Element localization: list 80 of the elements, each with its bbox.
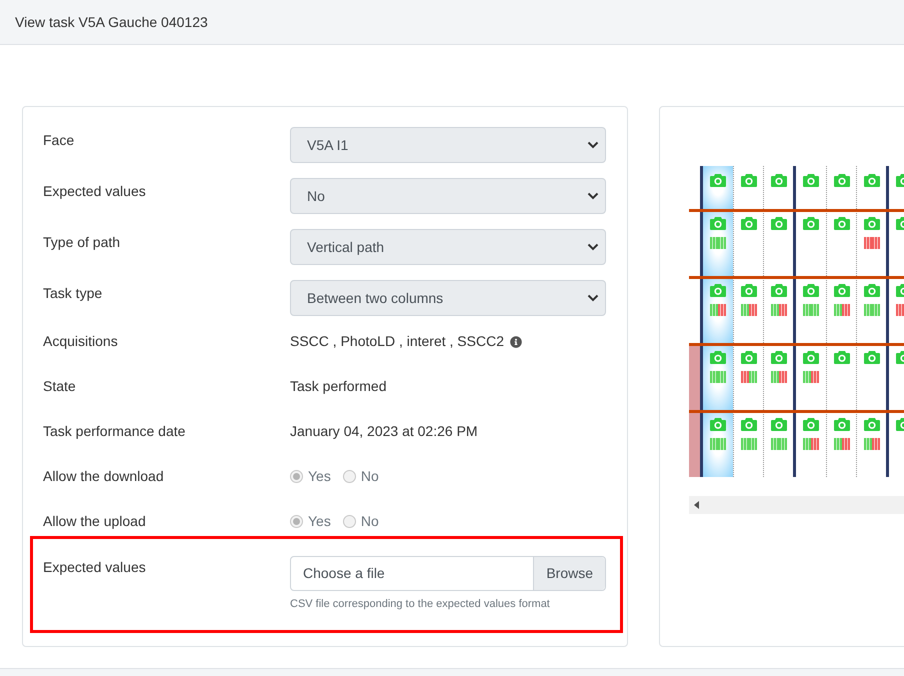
camera-icon	[770, 417, 786, 431]
camera-icon	[740, 417, 756, 431]
chevron-down-icon	[587, 294, 599, 302]
barcode-icon	[710, 237, 726, 249]
barcode-icon	[864, 304, 880, 316]
camera-icon	[864, 283, 880, 297]
page-title: View task V5A Gauche 040123	[15, 12, 208, 32]
barcode-icon	[770, 438, 786, 450]
camera-icon	[710, 173, 726, 187]
field-value: Task performed	[290, 377, 386, 396]
field-label: Expected values	[43, 558, 147, 577]
field-label: State	[43, 377, 77, 396]
barcode-icon	[864, 438, 880, 450]
camera-icon	[710, 283, 726, 297]
barcode-icon	[710, 438, 726, 450]
rack-cell[interactable]	[703, 166, 733, 209]
field-value: January 04, 2023 at 02:26 PM	[290, 422, 478, 441]
camera-icon	[864, 350, 880, 364]
rack-cell[interactable]	[703, 343, 733, 410]
left-arrow-icon[interactable]	[694, 501, 699, 509]
camera-icon	[834, 283, 850, 297]
camera-icon	[740, 216, 756, 230]
camera-icon	[710, 417, 726, 431]
barcode-icon	[834, 438, 850, 450]
camera-icon	[770, 216, 786, 230]
rack-cell[interactable]	[703, 276, 733, 343]
camera-icon	[770, 173, 786, 187]
barcode-icon	[710, 304, 726, 316]
camera-icon	[834, 173, 850, 187]
field-label: Type of path	[43, 233, 122, 252]
barcode-icon	[770, 304, 786, 316]
camera-icon	[710, 350, 726, 364]
barcode-icon	[803, 371, 819, 383]
camera-icon	[770, 283, 786, 297]
camera-icon	[864, 216, 880, 230]
camera-icon	[803, 350, 819, 364]
file-input-field[interactable]: Choose a file Browse	[290, 556, 606, 591]
camera-icon	[803, 216, 819, 230]
camera-icon	[803, 173, 819, 187]
field-label: Allow the upload	[43, 512, 147, 531]
field-label: Allow the download	[43, 467, 165, 486]
camera-icon	[864, 173, 880, 187]
field-label: Expected values	[43, 182, 147, 201]
browse-button[interactable]: Browse	[533, 557, 605, 590]
camera-icon	[770, 350, 786, 364]
barcode-icon	[803, 304, 819, 316]
field-label: Face	[43, 131, 76, 150]
barcode-icon	[740, 304, 756, 316]
camera-icon	[803, 417, 819, 431]
chevron-down-icon	[587, 141, 599, 149]
camera-icon	[834, 216, 850, 230]
camera-icon	[740, 173, 756, 187]
select-field[interactable]: Between two columns	[290, 280, 606, 316]
rack-cell[interactable]	[703, 209, 733, 276]
barcode-icon	[864, 237, 880, 249]
select-field[interactable]: V5A I1	[290, 127, 606, 163]
field-value: SSCC , PhotoLD , interet , SSCC2	[290, 332, 504, 351]
field-label: Task type	[43, 284, 104, 303]
select-field[interactable]: Vertical path	[290, 229, 606, 265]
chevron-down-icon	[587, 243, 599, 251]
field-label: Task performance date	[43, 422, 186, 441]
barcode-icon	[740, 438, 756, 450]
camera-icon	[740, 350, 756, 364]
camera-icon	[834, 417, 850, 431]
help-text: CSV file corresponding to the expected values format	[290, 597, 551, 612]
camera-icon	[803, 283, 819, 297]
scrollbar[interactable]	[689, 496, 904, 514]
barcode-icon	[710, 371, 726, 383]
camera-icon	[740, 283, 756, 297]
barcode-icon	[740, 371, 756, 383]
select-field[interactable]: No	[290, 178, 606, 214]
barcode-icon	[834, 304, 850, 316]
barcode-icon	[803, 438, 819, 450]
chevron-down-icon	[587, 192, 599, 200]
field-label: Acquisitions	[43, 332, 119, 351]
barcode-icon	[770, 371, 786, 383]
camera-icon	[834, 350, 850, 364]
camera-icon	[864, 417, 880, 431]
camera-icon	[710, 216, 726, 230]
rack-cell[interactable]	[703, 410, 733, 477]
